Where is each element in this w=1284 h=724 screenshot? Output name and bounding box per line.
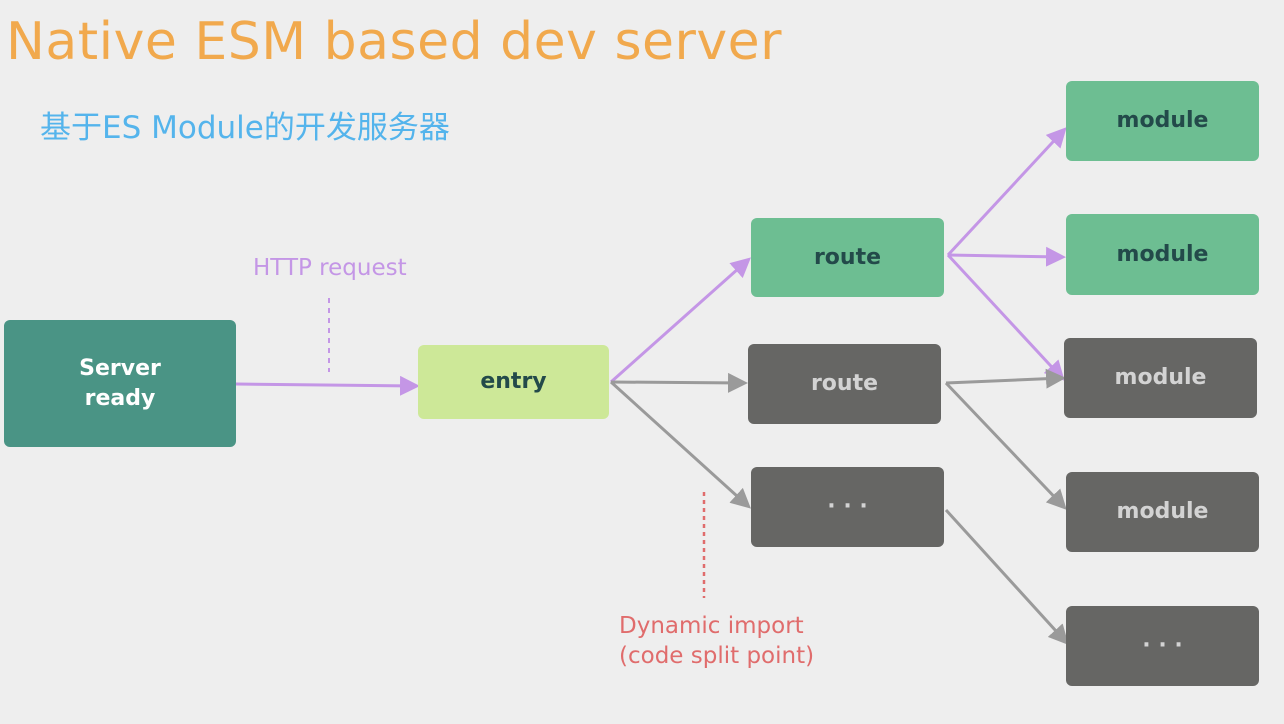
node-module-more: · · ·: [1066, 606, 1259, 686]
edge-server-to-entry: [235, 375, 420, 396]
node-route-more: · · ·: [751, 467, 944, 547]
node-server-line1: Server: [79, 355, 161, 381]
edge-entry-to-route-active: [610, 257, 751, 384]
node-server-line2: ready: [84, 385, 156, 411]
annotation-dynamic-import-line1: Dynamic import: [619, 613, 804, 639]
node-module-1: module: [1066, 81, 1259, 161]
node-route-active: route: [751, 218, 944, 297]
edge-entry-to-route-more: [609, 380, 751, 509]
node-module-2: module: [1066, 214, 1259, 295]
edge-route-inactive-to-module-4: [944, 381, 1067, 510]
edge-group: [235, 127, 1069, 645]
edge-route-inactive-to-module-3: [945, 368, 1066, 389]
edge-route-more-to-module-more: [944, 508, 1069, 645]
node-route-inactive: route: [748, 344, 941, 424]
node-module-3: module: [1064, 338, 1257, 418]
edge-route-active-to-module-3: [946, 253, 1065, 381]
edge-entry-to-route-inactive: [610, 372, 748, 393]
node-server-ready: Server ready: [4, 320, 236, 447]
node-module-4: module: [1066, 472, 1259, 552]
edge-route-active-to-module-2: [947, 246, 1066, 267]
edge-route-active-to-module-1: [946, 127, 1067, 257]
annotation-dynamic-import: Dynamic import (code split point): [619, 612, 814, 672]
annotation-dynamic-import-line2: (code split point): [619, 642, 815, 669]
annotation-http-request: HTTP request: [253, 255, 407, 281]
node-entry: entry: [418, 345, 609, 419]
